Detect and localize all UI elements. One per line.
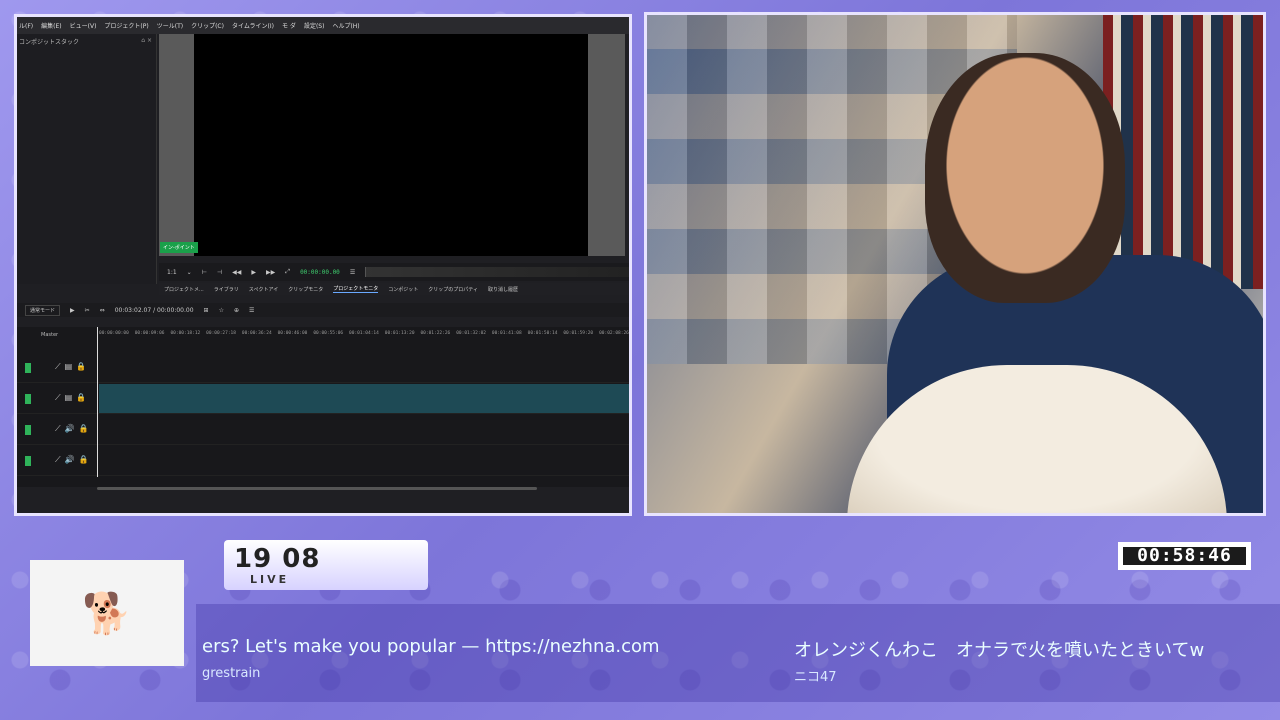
menu-view[interactable]: ビュー(V) <box>70 21 97 30</box>
ticker-message: ers? Let's make you popular — https://ne… <box>202 636 660 657</box>
track-controls[interactable]: ⟋🔊🔒 <box>55 424 93 434</box>
webcam-feed <box>644 12 1266 516</box>
ruler-tick: 00:00:55:06 <box>313 331 344 336</box>
chevron-down-icon[interactable]: ⌄ <box>187 269 192 276</box>
menu-clip[interactable]: クリップ(C) <box>191 21 224 30</box>
bookshelf <box>1102 15 1263 289</box>
track-tag[interactable] <box>25 425 31 435</box>
ruler-tick: 00:02:08:26 <box>599 331 629 336</box>
menu-icon[interactable]: ☰ <box>350 269 355 276</box>
position-readout: 00:03:02.07 / 00:00:00.00 <box>114 306 194 314</box>
edit-mode-select[interactable]: 通常モード <box>25 304 61 316</box>
track-tag[interactable] <box>25 363 31 373</box>
ruler-tick: 00:00:46:00 <box>277 331 308 336</box>
dock-tabs: プロジェクトメ... ライブラリ スペクトアイ クリップモニタ プロジェクトモニ… <box>159 283 629 295</box>
playhead[interactable] <box>97 327 98 477</box>
select-tool-icon[interactable]: ▶ <box>70 307 75 314</box>
play-icon[interactable]: ▶ <box>251 269 256 276</box>
ticker-author: grestrain <box>202 666 261 681</box>
forward-icon[interactable]: ▶▶ <box>266 269 275 276</box>
chat-ticker: ers? Let's make you popular — https://ne… <box>196 604 1280 702</box>
ruler-tick: 00:00:18:12 <box>170 331 201 336</box>
ruler-tick: 00:00:09:06 <box>134 331 165 336</box>
menu-project[interactable]: プロジェクト(P) <box>104 21 148 30</box>
track-tag[interactable] <box>25 394 31 404</box>
ruler-tick: 00:01:04:14 <box>349 331 379 336</box>
menu-monitor[interactable]: モ ダ <box>282 21 296 30</box>
track-lane[interactable] <box>99 446 629 475</box>
ticker-author: ニコ47 <box>794 670 837 685</box>
avatar-drawing: 🐕 <box>30 560 184 666</box>
tab-project-bin[interactable]: プロジェクトメ... <box>164 286 204 293</box>
timeline[interactable]: Master 00:00:00:00 00:00:09:06 00:00:18:… <box>17 327 629 487</box>
horizontal-scrollbar[interactable] <box>97 487 537 490</box>
timeline-toolbar: 通常モード ▶ ✂ ⇔ 00:03:02.07 / 00:00:00.00 ⊞ … <box>17 303 629 317</box>
ruler-tick: 00:01:50:14 <box>527 331 558 336</box>
ruler-tick: 00:01:59:20 <box>563 331 594 336</box>
ruler-tick: 00:01:13:20 <box>384 331 415 336</box>
menu-file[interactable]: ル(F) <box>19 21 33 30</box>
panel-title: コンポジットスタック <box>19 39 80 46</box>
menu-edit[interactable]: 編集(E) <box>41 21 61 30</box>
video-track-1[interactable]: ⟋▤🔒 <box>17 384 629 414</box>
track-controls[interactable]: ⟋🔊🔒 <box>55 455 93 465</box>
inpoint-badge: イン-ポイント <box>160 242 198 253</box>
live-label: LIVE <box>250 573 290 586</box>
tab-spectrum[interactable]: スペクトアイ <box>249 286 278 293</box>
composite-stack-panel: コンポジットスタック ⌂ × <box>17 34 157 284</box>
audio-track-2[interactable]: ⟋🔊🔒 <box>17 446 629 476</box>
monitor-ruler[interactable] <box>365 267 629 277</box>
menu-bar: ル(F) 編集(E) ビュー(V) プロジェクト(P) ツール(T) クリップ(… <box>17 17 629 34</box>
rewind-icon[interactable]: ◀◀ <box>232 269 241 276</box>
favorite-icon[interactable]: ☆ <box>219 307 224 314</box>
tab-project-monitor[interactable]: プロジェクトモニタ <box>333 285 379 293</box>
audio-track-1[interactable]: ⟋🔊🔒 <box>17 415 629 445</box>
clock-time: 19 08 <box>234 544 321 574</box>
track-lane[interactable] <box>99 384 629 413</box>
track-controls[interactable]: ⟋▤🔒 <box>55 362 90 372</box>
video-editor-window: ル(F) 編集(E) ビュー(V) プロジェクト(P) ツール(T) クリップ(… <box>14 14 632 516</box>
project-monitor[interactable]: イン-ポイント <box>159 34 625 256</box>
track-lane[interactable] <box>99 415 629 444</box>
track-controls[interactable]: ⟋▤🔒 <box>55 393 90 403</box>
mixer-icon[interactable]: ☰ <box>249 307 254 314</box>
tab-undo-history[interactable]: 取り消し履歴 <box>488 286 518 293</box>
zoom-select[interactable]: 1:1 <box>167 269 177 276</box>
set-in-icon[interactable]: ⊢ <box>202 269 207 276</box>
ruler-tick: 00:00:27:18 <box>206 331 236 336</box>
ruler-tick: 00:01:32:02 <box>456 331 486 336</box>
ticker-message: オレンジくんわこ オナラで火を噴いたときいてw <box>794 640 1205 661</box>
track-tag[interactable] <box>25 456 31 466</box>
timeline-ruler[interactable]: 00:00:00:00 00:00:09:06 00:00:18:12 00:0… <box>99 331 629 341</box>
ruler-tick: 00:01:41:08 <box>491 331 522 336</box>
menu-help[interactable]: ヘルプ(H) <box>332 21 359 30</box>
monitor-preview <box>194 34 588 256</box>
track-lane[interactable] <box>99 353 629 382</box>
menu-tool[interactable]: ツール(T) <box>157 21 183 30</box>
ruler-tick: 00:01:22:26 <box>420 331 451 336</box>
snap-icon[interactable]: ⊞ <box>204 307 209 314</box>
tab-library[interactable]: ライブラリ <box>214 286 239 293</box>
monitor-timecode[interactable]: 00:00:00.00 <box>300 269 340 276</box>
panel-close-icon[interactable]: ⌂ × <box>141 37 152 44</box>
person-head <box>925 53 1125 303</box>
spacer-tool-icon[interactable]: ⇔ <box>100 307 105 314</box>
ruler-tick: 00:00:00:00 <box>99 331 129 336</box>
video-track-2[interactable]: ⟋▤🔒 <box>17 353 629 383</box>
menu-settings[interactable]: 設定(S) <box>304 21 325 30</box>
fullscreen-icon[interactable]: ⤢ <box>285 268 290 276</box>
stream-timer: 00:58:46 <box>1118 542 1251 570</box>
tab-clip-monitor[interactable]: クリップモニタ <box>288 286 323 293</box>
razor-tool-icon[interactable]: ✂ <box>85 307 90 314</box>
tab-clip-properties[interactable]: クリップのプロパティ <box>428 286 478 293</box>
ruler-tick: 00:00:36:24 <box>241 331 272 336</box>
clock-widget: 19 08 LIVE <box>224 540 428 590</box>
tab-composite[interactable]: コンポジット <box>388 286 418 293</box>
stream-timer-value: 00:58:46 <box>1123 547 1246 565</box>
master-label: Master <box>41 332 59 338</box>
transport-bar: 1:1 ⌄ ⊢ ⊣ ◀◀ ▶ ▶▶ ⤢ 00:00:00.00 ☰ <box>159 263 629 281</box>
menu-timeline[interactable]: タイムライン(I) <box>232 21 274 30</box>
set-out-icon[interactable]: ⊣ <box>217 269 222 276</box>
effect-icon[interactable]: ⊕ <box>234 307 239 314</box>
